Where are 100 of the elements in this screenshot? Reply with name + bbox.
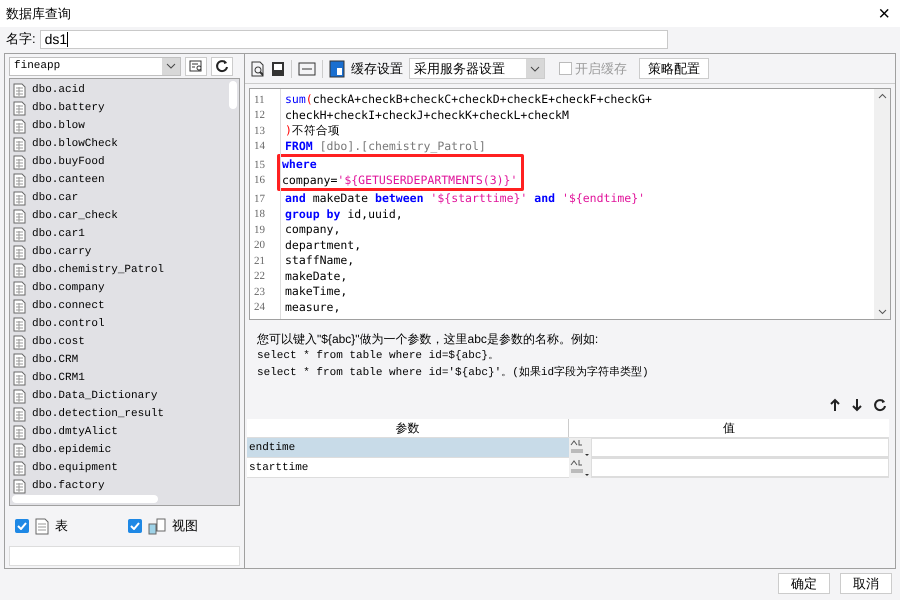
table-icon xyxy=(13,370,26,386)
type-icon[interactable] xyxy=(569,438,591,458)
scroll-up-icon[interactable] xyxy=(878,93,886,99)
table-name[interactable]: dbo.blow xyxy=(32,118,85,134)
edit-connection-button[interactable] xyxy=(185,56,207,76)
arrow-down-icon[interactable] xyxy=(851,398,863,412)
code-line: makeTime, xyxy=(284,283,348,300)
table-name[interactable]: dbo.detection_result xyxy=(32,406,164,422)
table-icon xyxy=(13,334,26,350)
code-line: and makeDate between '${starttime}' and '${endtime}' xyxy=(284,190,646,208)
column-header: 参数 xyxy=(247,419,569,437)
table-name[interactable]: dbo.CRM xyxy=(32,352,78,368)
arrow-up-icon[interactable] xyxy=(829,398,841,412)
table-name[interactable]: dbo.factory xyxy=(32,478,105,494)
column-header: 值 xyxy=(722,420,736,437)
code-line: company, xyxy=(284,221,340,238)
line-number: 13 xyxy=(253,124,266,138)
table-name[interactable]: dbo.connect xyxy=(32,298,105,314)
table-icon xyxy=(13,154,26,170)
table-name[interactable]: dbo.car xyxy=(32,190,78,206)
line-number: 15 xyxy=(253,158,266,172)
text-field[interactable] xyxy=(9,546,240,566)
cache-settings-label: 缓存设置 xyxy=(351,60,403,78)
table-icon xyxy=(13,82,26,98)
type-icon[interactable] xyxy=(569,458,591,478)
enable-cache-label: 开启缓存 xyxy=(575,60,627,78)
table-icon xyxy=(13,136,26,152)
table-icon xyxy=(13,352,26,368)
table-name[interactable]: dbo.dmtyAlict xyxy=(32,424,118,440)
line-number: 19 xyxy=(253,222,266,238)
strategy-config-button[interactable]: 策略配置 xyxy=(639,58,709,79)
preview-icon[interactable] xyxy=(251,60,265,76)
refresh-icon[interactable] xyxy=(873,398,887,412)
line-number: 12 xyxy=(253,108,266,123)
scrollbar-thumb[interactable] xyxy=(229,81,237,109)
view-icon xyxy=(148,518,166,534)
line-number: 16 xyxy=(253,173,266,188)
table-icon xyxy=(13,190,26,206)
hint-text: 您可以键入"${abc}"做为一个参数，这里abc是参数的名称。例如: xyxy=(257,331,600,348)
table-name[interactable]: dbo.cost xyxy=(32,334,85,350)
line-number: 20 xyxy=(253,238,266,253)
refresh-button[interactable] xyxy=(211,56,233,76)
table-icon xyxy=(13,388,26,404)
table-name[interactable]: dbo.car_check xyxy=(32,208,118,224)
filter-label: 视图 xyxy=(172,517,198,536)
table-name[interactable]: dbo.car1 xyxy=(32,226,85,242)
code-line: staffName, xyxy=(284,252,354,270)
table-name[interactable]: dbo.blowCheck xyxy=(32,136,118,152)
chevron-down-icon xyxy=(530,66,540,72)
table-icon xyxy=(13,478,26,494)
chevron-down-icon xyxy=(166,63,176,69)
table-icon xyxy=(13,208,26,224)
code-line: )不符合项 xyxy=(284,122,340,140)
ok-button[interactable]: 确定 xyxy=(778,573,830,594)
value-field[interactable] xyxy=(591,438,889,457)
scroll-down-icon[interactable] xyxy=(878,309,886,315)
code-line: group by id,uuid, xyxy=(284,206,403,223)
checkbox[interactable] xyxy=(128,519,142,533)
example-code: select * from table where id=${abc}。 xyxy=(257,349,500,364)
table-name[interactable]: dbo.battery xyxy=(32,100,105,116)
code-line: measure, xyxy=(284,298,340,316)
checkbox[interactable] xyxy=(15,519,29,533)
connection-select[interactable]: fineapp xyxy=(9,56,181,76)
line-number: 11 xyxy=(253,92,266,108)
close-button[interactable]: × xyxy=(874,4,894,24)
table-icon xyxy=(13,280,26,296)
name-field[interactable]: ds1 xyxy=(40,30,668,48)
line-number: 24 xyxy=(253,300,266,315)
table-name[interactable]: dbo.CRM1 xyxy=(32,370,85,386)
cache-select[interactable]: 采用服务器设置 xyxy=(409,58,545,79)
code-line: company='${GETUSERDEPARTMENTS(3)}' xyxy=(281,172,518,189)
table-icon xyxy=(13,118,26,134)
line-number: 17 xyxy=(253,192,266,206)
table-icon xyxy=(13,244,26,260)
cancel-button[interactable]: 取消 xyxy=(840,573,892,594)
table-icon xyxy=(13,442,26,458)
table-name[interactable]: dbo.company xyxy=(32,280,105,296)
table-name[interactable]: dbo.control xyxy=(32,316,105,332)
table-name[interactable]: dbo.equipment xyxy=(32,460,118,476)
scrollbar-thumb[interactable] xyxy=(12,495,158,503)
table-icon xyxy=(13,298,26,314)
param-cell[interactable]: endtime xyxy=(247,438,569,457)
code-line: checkH+checkI+checkJ+checkK+checkL+checkM xyxy=(284,106,569,124)
table-name[interactable]: dbo.Data_Dictionary xyxy=(32,388,158,404)
table-name[interactable]: dbo.buyFood xyxy=(32,154,105,170)
table-icon xyxy=(35,518,49,534)
refresh-icon xyxy=(215,59,229,73)
table-name[interactable]: dbo.epidemic xyxy=(32,442,112,458)
value-field[interactable] xyxy=(591,458,889,477)
table-name[interactable]: dbo.acid xyxy=(32,82,85,98)
table-edit-icon xyxy=(189,60,203,72)
window-title: 数据库查询 xyxy=(6,4,71,23)
code-line: FROM [dbo].[chemistry_Patrol] xyxy=(284,138,486,155)
table-name[interactable]: dbo.canteen xyxy=(32,172,105,188)
filter-label: 表 xyxy=(55,517,68,536)
table-name[interactable]: dbo.carry xyxy=(32,244,92,260)
param-cell[interactable]: starttime xyxy=(247,458,569,477)
table-icon xyxy=(13,460,26,476)
line-number: 22 xyxy=(253,269,266,284)
table-name[interactable]: dbo.chemistry_Patrol xyxy=(32,262,164,278)
